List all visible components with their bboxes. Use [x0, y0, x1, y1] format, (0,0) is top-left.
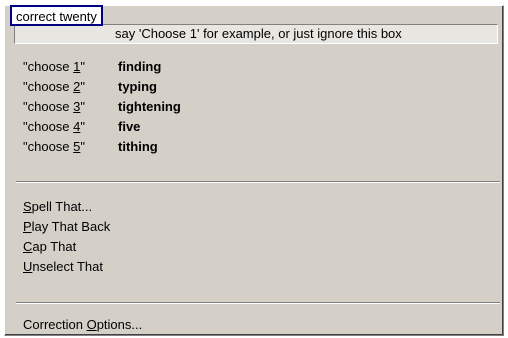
- cap-that-item[interactable]: Cap That: [23, 237, 493, 257]
- unselect-that-item[interactable]: Unselect That: [23, 257, 493, 277]
- choice-command: "choose 4": [23, 119, 86, 134]
- choice-2[interactable]: "choose 2" typing: [23, 77, 493, 97]
- correction-options-item[interactable]: Correction Options...: [23, 315, 493, 335]
- hint-text: say 'Choose 1' for example, or just igno…: [115, 26, 402, 41]
- choice-word: five: [118, 119, 141, 134]
- choice-word: tightening: [118, 99, 181, 114]
- choice-command: "choose 3": [23, 99, 86, 114]
- menu-separator: [16, 302, 500, 304]
- choice-5[interactable]: "choose 5" tithing: [23, 137, 493, 157]
- choice-1[interactable]: "choose 1" finding: [23, 57, 493, 77]
- choice-3[interactable]: "choose 3" tightening: [23, 97, 493, 117]
- play-that-back-item[interactable]: Play That Back: [23, 217, 493, 237]
- choice-command: "choose 5": [23, 139, 86, 154]
- choice-word: typing: [118, 79, 157, 94]
- choice-4[interactable]: "choose 4" five: [23, 117, 493, 137]
- correction-hint-bar: say 'Choose 1' for example, or just igno…: [14, 24, 498, 44]
- tooltip-text: correct twenty: [16, 9, 97, 24]
- choice-word: tithing: [118, 139, 158, 154]
- recognized-text-tooltip: correct twenty: [10, 5, 103, 26]
- spell-that-item[interactable]: Spell That...: [23, 197, 493, 217]
- choice-word: finding: [118, 59, 162, 74]
- choice-command: "choose 1": [23, 59, 86, 74]
- choice-command: "choose 2": [23, 79, 86, 94]
- menu-separator: [16, 181, 500, 183]
- correction-menu: [4, 5, 504, 336]
